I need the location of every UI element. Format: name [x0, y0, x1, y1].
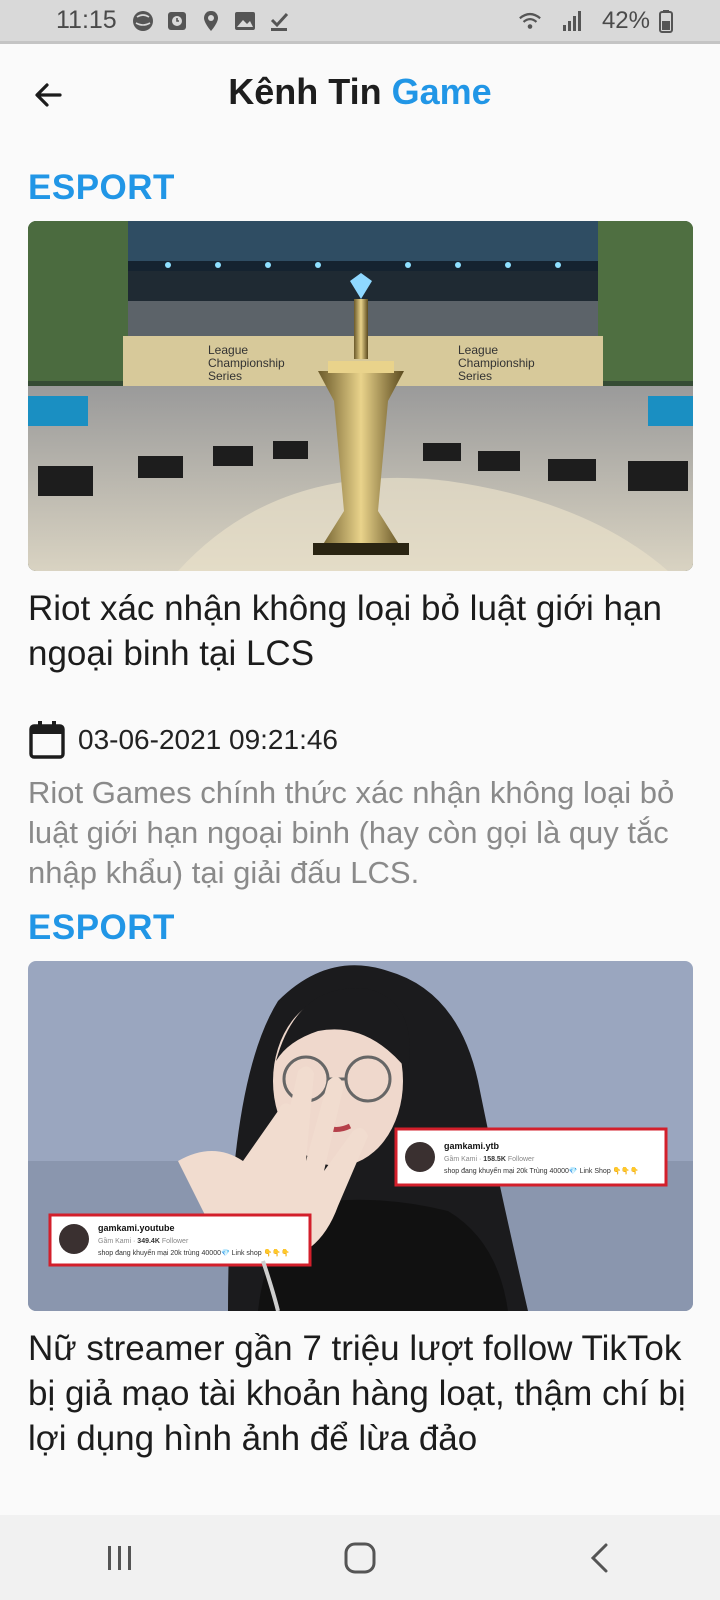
svg-text:shop đang khuyến mại 20k trùng: shop đang khuyến mại 20k trùng 40000💎 Li… — [98, 1248, 290, 1257]
system-back-button[interactable] — [560, 1528, 640, 1588]
svg-text:Gầm Kami · 349.4K Follower: Gầm Kami · 349.4K Follower — [98, 1236, 189, 1245]
article-list[interactable]: ESPORT League Championship Series League… — [0, 140, 720, 1515]
svg-text:Series: Series — [458, 369, 492, 383]
image-icon — [233, 9, 257, 33]
calendar-icon — [29, 721, 65, 759]
svg-text:shop đang khuyến mại 20k Trùng: shop đang khuyến mại 20k Trùng 40000💎 Li… — [444, 1166, 639, 1175]
battery-percent: 42% — [601, 6, 650, 34]
globe-icon — [131, 9, 155, 33]
article-summary: Riot Games chính thức xác nhận không loạ… — [28, 775, 675, 890]
recent-apps-icon — [108, 1545, 131, 1570]
recent-apps-button[interactable] — [80, 1528, 160, 1588]
fake-profile-card: gamkami.youtube Gầm Kami · 349.4K Follow… — [48, 1213, 312, 1267]
signal-icon — [560, 9, 584, 33]
home-button[interactable] — [320, 1528, 400, 1588]
home-icon — [344, 1542, 376, 1573]
svg-text:Championship: Championship — [458, 356, 535, 370]
wifi-icon — [518, 9, 542, 33]
article-date: 03-06-2021 09:21:46 — [28, 720, 338, 760]
article-category: ESPORT — [28, 168, 175, 207]
article-date-text: 03-06-2021 09:21:46 — [78, 724, 338, 755]
page-title-accent: Game — [391, 71, 492, 112]
download-done-icon — [267, 9, 291, 33]
article-card[interactable]: ESPORT — [28, 168, 693, 890]
svg-text:Championship: Championship — [208, 356, 285, 370]
status-time: 11:15 — [56, 6, 117, 34]
app-bar: Kênh Tin Game — [0, 47, 720, 139]
alarm-icon — [165, 9, 189, 33]
svg-text:gamkami.ytb: gamkami.ytb — [444, 1141, 500, 1151]
page-title: Kênh Tin Game — [0, 71, 720, 113]
svg-text:Series: Series — [208, 369, 242, 383]
location-icon — [199, 9, 223, 33]
system-nav-bar — [0, 1515, 720, 1600]
svg-text:Gầm Kami · 158.5K Follower: Gầm Kami · 158.5K Follower — [444, 1154, 535, 1163]
status-bar: 11:15 42% — [0, 0, 720, 44]
article-title[interactable]: Riot xác nhận không loại bỏ luật giới hạ… — [28, 586, 693, 676]
article-image[interactable]: League Championship Series League Champi… — [28, 221, 693, 571]
article-card[interactable]: ESPORT — [28, 908, 693, 1515]
svg-text:gamkami.youtube: gamkami.youtube — [98, 1223, 175, 1233]
article-title[interactable]: Nữ streamer gần 7 triệu lượt follow TikT… — [28, 1326, 693, 1461]
svg-text:League: League — [458, 343, 498, 357]
fake-profile-card: gamkami.ytb Gầm Kami · 158.5K Follower s… — [394, 1127, 668, 1187]
article-image[interactable]: gamkami.ytb Gầm Kami · 158.5K Follower s… — [28, 961, 693, 1311]
page-title-main: Kênh Tin — [228, 71, 382, 112]
battery-icon — [658, 9, 682, 33]
article-category: ESPORT — [28, 908, 175, 947]
banner-text: League — [208, 343, 248, 357]
back-icon — [590, 1543, 608, 1572]
